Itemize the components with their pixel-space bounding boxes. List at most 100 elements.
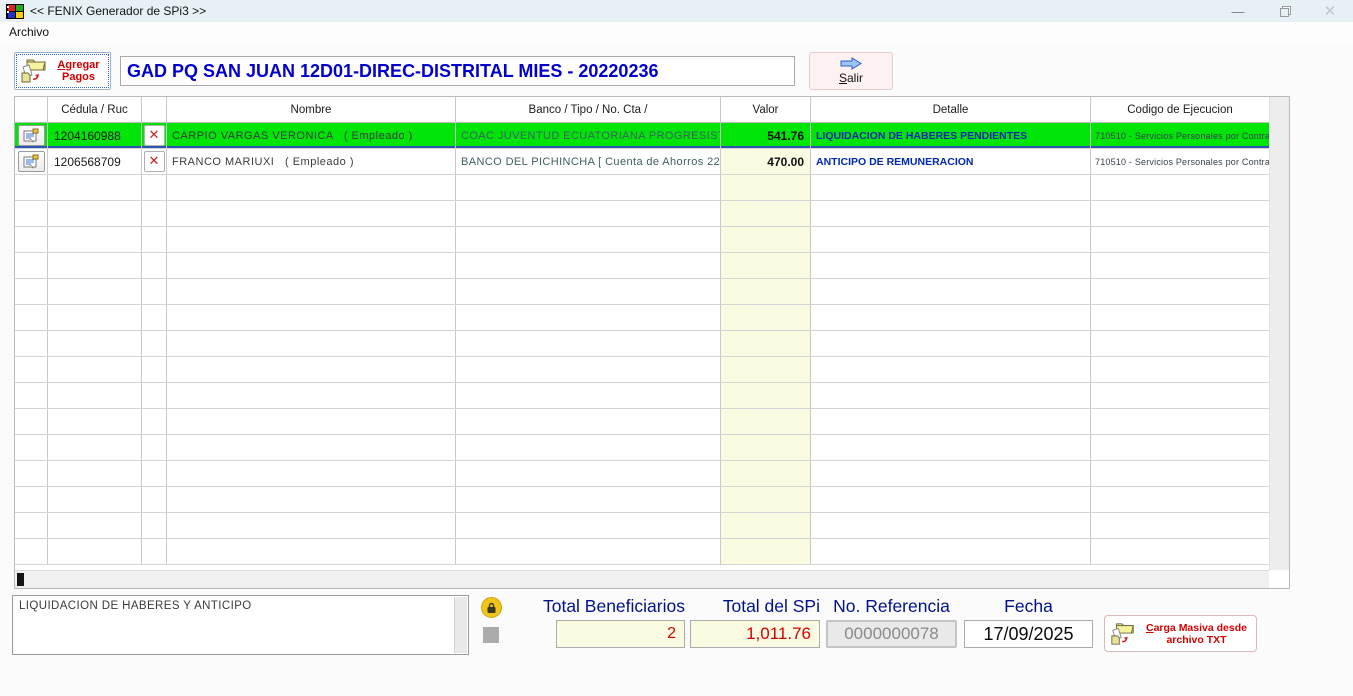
- grid-body: Cédula / Ruc Nombre Banco / Tipo / No. C…: [15, 97, 1269, 570]
- menu-item-archivo[interactable]: Archivo: [0, 22, 58, 42]
- x-icon: ✕: [149, 155, 160, 168]
- valor-cell: [721, 383, 811, 408]
- carga-label-line1: Carga Masiva desde: [1146, 622, 1247, 634]
- maximize-button[interactable]: [1261, 0, 1307, 22]
- descripcion-textarea[interactable]: LIQUIDACION DE HABERES Y ANTICIPO: [13, 596, 468, 654]
- delete-cell: [142, 253, 167, 278]
- column-header-detalle[interactable]: Detalle: [811, 97, 1091, 122]
- detalle-cell: [811, 279, 1091, 304]
- codigo-cell: [1091, 331, 1269, 356]
- column-header-edit: [15, 97, 48, 122]
- minimize-button[interactable]: —: [1215, 0, 1261, 22]
- column-header-codigo[interactable]: Codigo de Ejecucion: [1091, 97, 1269, 122]
- detalle-cell: [811, 487, 1091, 512]
- detalle-cell: [811, 383, 1091, 408]
- nombre-cell: [167, 539, 456, 564]
- cedula-cell: [48, 201, 142, 226]
- detalle-cell: [811, 539, 1091, 564]
- banco-cell: [456, 461, 721, 486]
- grid-horizontal-scrollbar[interactable]: [15, 570, 1269, 588]
- batch-title-input[interactable]: [120, 56, 795, 86]
- cedula-cell: [48, 253, 142, 278]
- detalle-cell: [811, 331, 1091, 356]
- carga-masiva-button[interactable]: Carga Masiva desdearchivo TXT: [1104, 615, 1257, 652]
- valor-cell: [721, 227, 811, 252]
- menu-bar: Archivo: [0, 22, 1353, 43]
- banco-cell: [456, 253, 721, 278]
- load-file-folder-icon: [1109, 621, 1137, 647]
- detalle-cell: [811, 435, 1091, 460]
- edit-cell: [15, 175, 48, 200]
- valor-cell: [721, 409, 811, 434]
- edit-row-button[interactable]: [18, 125, 45, 146]
- salir-label: Salir: [839, 71, 863, 85]
- detalle-cell: [811, 253, 1091, 278]
- agregar-pagos-button[interactable]: AgregarPagos: [14, 52, 111, 90]
- banco-cell: COAC JUVENTUD ECUATORIANA PROGRESISTA LT…: [456, 123, 721, 148]
- carga-masiva-label: Carga Masiva desdearchivo TXT: [1137, 622, 1256, 646]
- valor-cell: [721, 357, 811, 382]
- exit-arrow-icon: [840, 57, 862, 70]
- salir-button[interactable]: Salir: [809, 52, 893, 90]
- detalle-cell: ANTICIPO DE REMUNERACION: [811, 149, 1091, 174]
- column-header-banco[interactable]: Banco / Tipo / No. Cta /: [456, 97, 721, 122]
- window-title: << FENIX Generador de SPi3 >>: [30, 4, 206, 18]
- nombre-cell: [167, 383, 456, 408]
- delete-row-button[interactable]: ✕: [144, 125, 165, 146]
- column-header-valor[interactable]: Valor: [721, 97, 811, 122]
- table-row-empty: [15, 201, 1269, 227]
- total-spi-label: Total del SPi: [642, 596, 820, 618]
- delete-cell: [142, 279, 167, 304]
- fecha-label: Fecha: [964, 596, 1093, 618]
- grid-vertical-scrollbar[interactable]: [1269, 97, 1289, 570]
- delete-row-button[interactable]: ✕: [144, 151, 165, 172]
- cedula-cell: [48, 357, 142, 382]
- banco-cell: [456, 175, 721, 200]
- edit-row-button[interactable]: [18, 151, 45, 172]
- edit-cell: [15, 539, 48, 564]
- referencia-value: 0000000078: [826, 620, 957, 648]
- delete-cell: ✕: [142, 149, 167, 174]
- banco-cell: [456, 435, 721, 460]
- valor-cell: [721, 175, 811, 200]
- cedula-cell: [48, 435, 142, 460]
- table-row[interactable]: 1204160988✕CARPIO VARGAS VERONICA ( Empl…: [15, 123, 1269, 149]
- column-header-nombre[interactable]: Nombre: [167, 97, 456, 122]
- codigo-cell: [1091, 539, 1269, 564]
- nombre-cell: [167, 175, 456, 200]
- delete-cell: [142, 383, 167, 408]
- close-button[interactable]: ✕: [1307, 0, 1353, 22]
- edit-icon: [23, 128, 39, 143]
- table-row-empty: [15, 357, 1269, 383]
- table-row[interactable]: 1206568709✕FRANCO MARIUXI ( Empleado )BA…: [15, 149, 1269, 175]
- carga-label-line2: archivo TXT: [1166, 634, 1226, 646]
- codigo-cell: [1091, 487, 1269, 512]
- fecha-value[interactable]: 17/09/2025: [964, 620, 1093, 648]
- scrollbar-thumb[interactable]: [17, 573, 24, 586]
- table-row-empty: [15, 279, 1269, 305]
- valor-cell: [721, 539, 811, 564]
- nombre-cell: FRANCO MARIUXI ( Empleado ): [167, 149, 456, 174]
- table-row-empty: [15, 409, 1269, 435]
- delete-cell: [142, 357, 167, 382]
- delete-cell: [142, 435, 167, 460]
- cedula-cell: [48, 409, 142, 434]
- table-row-empty: [15, 461, 1269, 487]
- agregar-pagos-label: AgregarPagos: [49, 59, 108, 83]
- lock-button[interactable]: [481, 597, 502, 618]
- valor-cell: [721, 331, 811, 356]
- agregar-label-line1: Agregar: [57, 59, 99, 71]
- edit-cell: [15, 487, 48, 512]
- descripcion-scrollbar[interactable]: [454, 597, 467, 653]
- cedula-cell: [48, 539, 142, 564]
- delete-cell: [142, 227, 167, 252]
- nombre-cell: [167, 305, 456, 330]
- referencia-label: No. Referencia: [826, 596, 957, 618]
- valor-cell: [721, 461, 811, 486]
- cedula-cell: 1206568709: [48, 149, 142, 174]
- grid-header-row: Cédula / Ruc Nombre Banco / Tipo / No. C…: [15, 97, 1269, 123]
- table-row-empty: [15, 435, 1269, 461]
- cedula-cell: [48, 487, 142, 512]
- delete-cell: [142, 409, 167, 434]
- column-header-cedula[interactable]: Cédula / Ruc: [48, 97, 142, 122]
